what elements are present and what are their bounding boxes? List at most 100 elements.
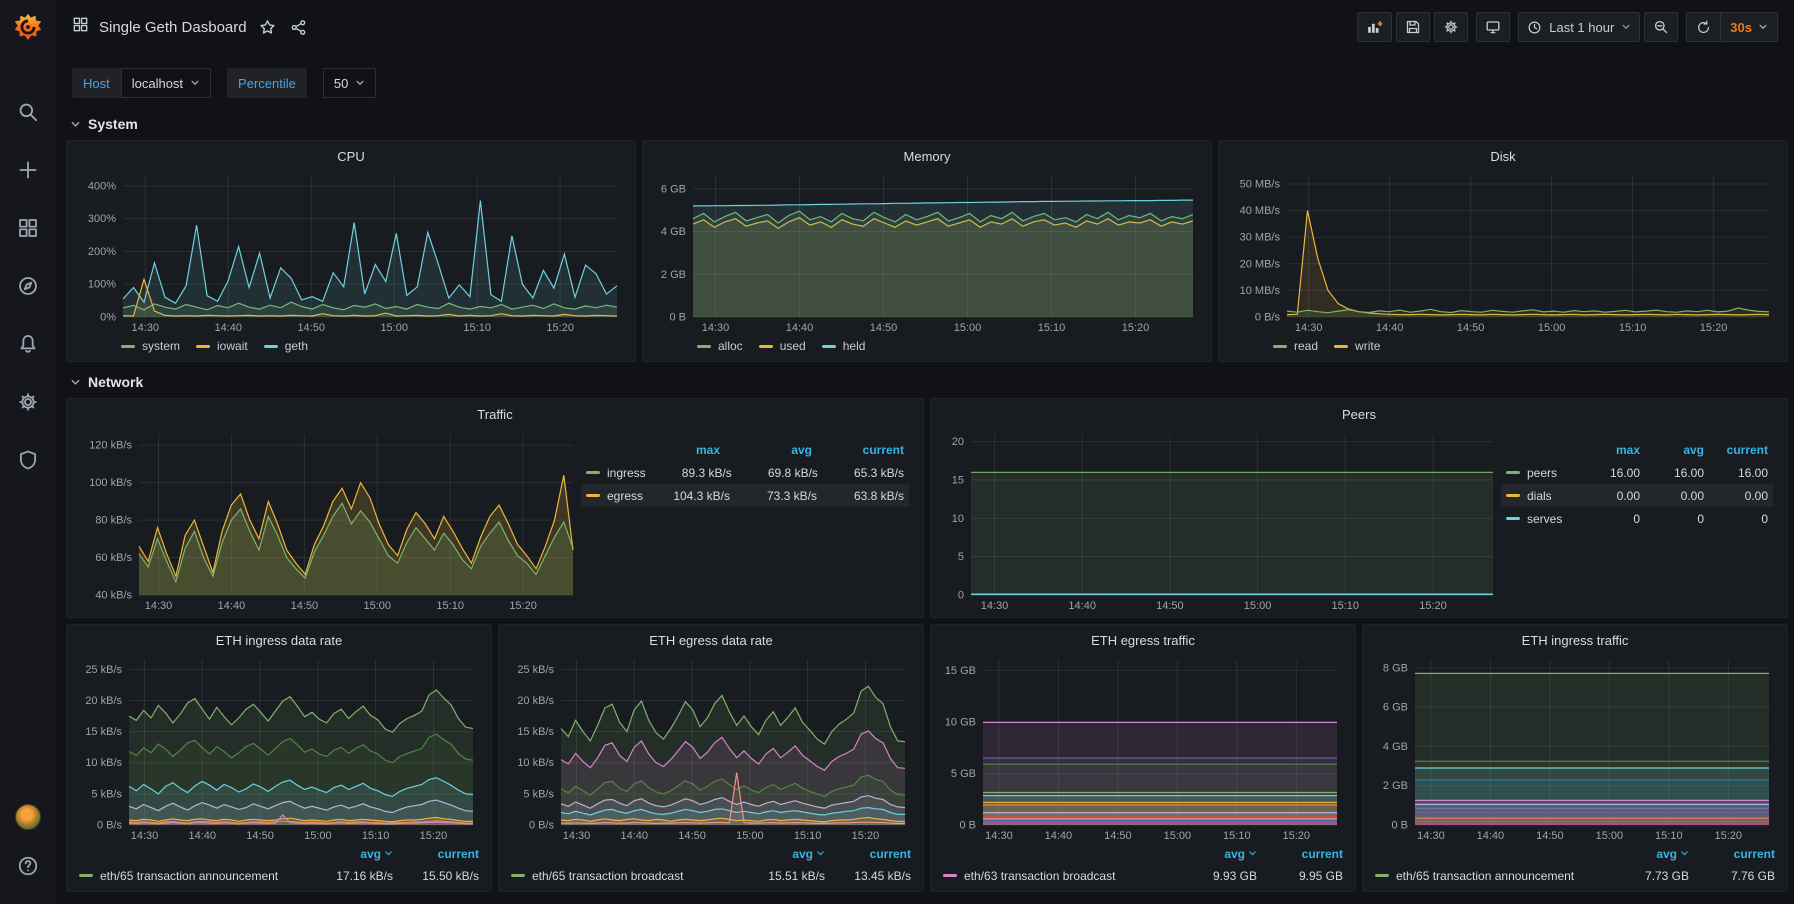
- row-header-system[interactable]: System: [66, 104, 1788, 140]
- legend-header-current[interactable]: current: [1689, 847, 1775, 861]
- legend-header-avg[interactable]: avg: [729, 847, 825, 861]
- legend-item[interactable]: eth/65 transaction announcement: [79, 869, 297, 883]
- peers-max: 16.00: [1576, 466, 1640, 480]
- svg-text:14:40: 14:40: [1376, 322, 1404, 334]
- memory-chart[interactable]: 0 B2 GB4 GB6 GB14:3014:4014:5015:0015:10…: [653, 168, 1201, 335]
- legend-item-write[interactable]: write: [1334, 339, 1380, 353]
- legend-header-avg[interactable]: avg: [297, 847, 393, 861]
- legend-item-egress[interactable]: egress: [586, 489, 643, 503]
- legend-item-used[interactable]: used: [759, 339, 806, 353]
- svg-text:0%: 0%: [100, 312, 116, 324]
- legend-item-dials[interactable]: dials: [1506, 489, 1576, 503]
- percentile-variable-label[interactable]: Percentile: [227, 68, 307, 98]
- panel-eth-egress-rate-title[interactable]: ETH egress data rate: [509, 630, 913, 652]
- legend-item-geth[interactable]: geth: [264, 339, 308, 353]
- svg-text:15:20: 15:20: [1715, 830, 1743, 842]
- svg-text:14:40: 14:40: [1068, 600, 1096, 612]
- panel-peers-title[interactable]: Peers: [941, 404, 1777, 426]
- svg-text:14:30: 14:30: [131, 322, 159, 334]
- row-header-network[interactable]: Network: [66, 362, 1788, 398]
- legend-header-current[interactable]: current: [1257, 847, 1343, 861]
- legend-header-avg[interactable]: avg: [1640, 443, 1704, 457]
- peers-legend-table: max avg current peers 16.00 16.00 16.00 …: [1501, 426, 1777, 613]
- cycle-view-button[interactable]: [1476, 12, 1510, 42]
- legend-header-max[interactable]: max: [1576, 443, 1640, 457]
- percentile-variable-dropdown[interactable]: 50: [323, 68, 376, 98]
- panel-memory-title[interactable]: Memory: [653, 146, 1201, 168]
- user-avatar[interactable]: [15, 804, 41, 830]
- svg-text:15:10: 15:10: [463, 322, 491, 334]
- panel-eth-ingress-traffic-title[interactable]: ETH ingress traffic: [1373, 630, 1777, 652]
- svg-text:15:00: 15:00: [380, 322, 408, 334]
- legend-header-current[interactable]: current: [825, 847, 911, 861]
- legend-header-current[interactable]: current: [1704, 443, 1768, 457]
- series-dash: [1375, 874, 1389, 877]
- svg-text:2 GB: 2 GB: [661, 269, 686, 281]
- svg-text:5 kB/s: 5 kB/s: [523, 788, 554, 800]
- panel-cpu-title[interactable]: CPU: [77, 146, 625, 168]
- legend-current-value: 7.76 GB: [1689, 869, 1775, 883]
- panel-eth-ingress-rate-title[interactable]: ETH ingress data rate: [77, 630, 481, 652]
- share-icon[interactable]: [288, 17, 309, 38]
- legend-item-peers[interactable]: peers: [1506, 466, 1576, 480]
- legend-row-serves: serves 0 0 0: [1501, 507, 1773, 530]
- add-panel-button[interactable]: [1357, 12, 1392, 42]
- legend-header-avg[interactable]: avg: [1593, 847, 1689, 861]
- legend-label: system: [142, 339, 180, 353]
- legend-item-system[interactable]: system: [121, 339, 180, 353]
- apps-grid-icon: [72, 16, 89, 38]
- explore-compass-icon[interactable]: [16, 274, 40, 298]
- legend-item[interactable]: eth/65 transaction announcement: [1375, 869, 1593, 883]
- legend-header-avg[interactable]: avg: [1161, 847, 1257, 861]
- legend-header-max[interactable]: max: [628, 443, 720, 457]
- panel-traffic-title[interactable]: Traffic: [77, 404, 913, 426]
- host-variable-label[interactable]: Host: [72, 68, 121, 98]
- legend-item-serves[interactable]: serves: [1506, 512, 1576, 526]
- refresh-interval-dropdown[interactable]: 30s: [1720, 13, 1777, 41]
- star-icon[interactable]: [257, 17, 278, 38]
- legend-item-iowait[interactable]: iowait: [196, 339, 248, 353]
- eth-egress-rate-chart[interactable]: 0 B/s5 kB/s10 kB/s15 kB/s20 kB/s25 kB/s1…: [509, 652, 913, 843]
- add-icon[interactable]: [16, 158, 40, 182]
- svg-text:15:00: 15:00: [304, 830, 332, 842]
- time-range-picker[interactable]: Last 1 hour: [1518, 12, 1640, 42]
- configuration-gear-icon[interactable]: [16, 390, 40, 414]
- eth-ingress-traffic-chart[interactable]: 0 B2 GB4 GB6 GB8 GB14:3014:4014:5015:001…: [1373, 652, 1777, 843]
- legend-item-ingress[interactable]: ingress: [586, 466, 646, 480]
- eth-egress-traffic-chart[interactable]: 0 B5 GB10 GB15 GB14:3014:4014:5015:0015:…: [941, 652, 1345, 843]
- alerting-bell-icon[interactable]: [16, 332, 40, 356]
- svg-text:14:50: 14:50: [1104, 830, 1132, 842]
- legend-table-header: max avg current: [581, 438, 909, 461]
- save-dashboard-button[interactable]: [1396, 12, 1430, 42]
- zoom-out-button[interactable]: [1644, 12, 1678, 42]
- cpu-chart[interactable]: 0%100%200%300%400%14:3014:4014:5015:0015…: [77, 168, 625, 335]
- svg-text:14:30: 14:30: [563, 830, 591, 842]
- legend-item[interactable]: eth/63 transaction broadcast: [943, 869, 1161, 883]
- grafana-logo-icon[interactable]: [0, 0, 56, 54]
- traffic-chart[interactable]: 40 kB/s60 kB/s80 kB/s100 kB/s120 kB/s14:…: [77, 426, 581, 613]
- dashboards-icon[interactable]: [16, 216, 40, 240]
- legend-item[interactable]: eth/65 transaction broadcast: [511, 869, 729, 883]
- peers-avg: 16.00: [1640, 466, 1704, 480]
- legend-header-current[interactable]: current: [812, 443, 904, 457]
- panel-eth-egress-traffic-title[interactable]: ETH egress traffic: [941, 630, 1345, 652]
- legend-item-alloc[interactable]: alloc: [697, 339, 743, 353]
- panel-disk-title[interactable]: Disk: [1229, 146, 1777, 168]
- legend-header-avg[interactable]: avg: [720, 443, 812, 457]
- dashboard-title[interactable]: Single Geth Dasboard: [99, 19, 247, 36]
- peers-chart[interactable]: 0510152014:3014:4014:5015:0015:1015:20: [941, 426, 1501, 613]
- help-icon[interactable]: [16, 854, 40, 878]
- server-admin-shield-icon[interactable]: [16, 448, 40, 472]
- host-variable-dropdown[interactable]: localhost: [121, 68, 211, 98]
- legend-header-current[interactable]: current: [393, 847, 479, 861]
- legend-item-held[interactable]: held: [822, 339, 866, 353]
- refresh-button[interactable]: [1687, 13, 1720, 41]
- series-dash: [1273, 345, 1287, 348]
- dashboard-settings-button[interactable]: [1434, 12, 1468, 42]
- svg-text:6 GB: 6 GB: [661, 183, 686, 195]
- disk-chart[interactable]: 0 B/s10 MB/s20 MB/s30 MB/s40 MB/s50 MB/s…: [1229, 168, 1777, 335]
- search-icon[interactable]: [16, 100, 40, 124]
- eth-ingress-rate-chart[interactable]: 0 B/s5 kB/s10 kB/s15 kB/s20 kB/s25 kB/s1…: [77, 652, 481, 843]
- legend-item-read[interactable]: read: [1273, 339, 1318, 353]
- svg-text:15:20: 15:20: [1419, 600, 1447, 612]
